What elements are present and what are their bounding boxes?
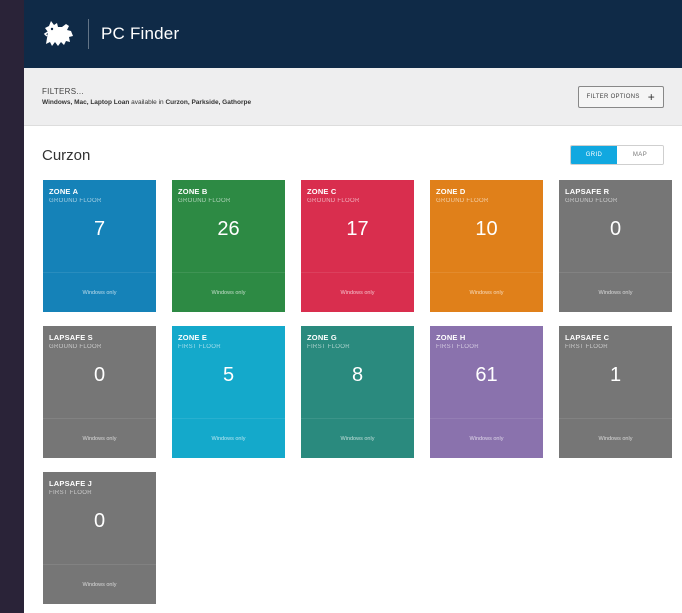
zone-tile[interactable]: LAPSAFE R GROUND FLOOR 0 Windows only: [559, 180, 672, 312]
zone-name: LAPSAFE S: [49, 333, 93, 342]
zone-name: ZONE D: [436, 187, 466, 196]
zone-tile[interactable]: ZONE H FIRST FLOOR 61 Windows only: [430, 326, 543, 458]
app-header: PC Finder: [24, 0, 682, 68]
zone-note: Windows only: [559, 418, 672, 458]
location-bar: Curzon GRID MAP: [24, 126, 682, 170]
available-count: 61: [475, 364, 498, 386]
zone-name: ZONE A: [49, 187, 79, 196]
view-toggle: GRID MAP: [570, 145, 664, 165]
zone-tile[interactable]: ZONE B GROUND FLOOR 26 Windows only: [172, 180, 285, 312]
zone-floor: GROUND FLOOR: [49, 344, 102, 350]
available-count: 17: [346, 218, 369, 240]
zone-note: Windows only: [559, 272, 672, 312]
zone-floor: FIRST FLOOR: [307, 344, 350, 350]
zone-floor: FIRST FLOOR: [436, 344, 479, 350]
grid-view-button[interactable]: GRID: [571, 146, 617, 164]
plus-icon: +: [647, 89, 655, 104]
zone-note: Windows only: [430, 272, 543, 312]
header-divider: [88, 19, 89, 49]
zone-floor: GROUND FLOOR: [49, 198, 102, 204]
zone-floor: GROUND FLOOR: [307, 198, 360, 204]
app-window: PC Finder FILTERS... Windows, Mac, Lapto…: [24, 0, 682, 613]
available-count: 0: [609, 218, 622, 240]
zone-tile[interactable]: LAPSAFE C FIRST FLOOR 1 Windows only: [559, 326, 672, 458]
filters-summary: Windows, Mac, Laptop Loan available in C…: [42, 99, 251, 106]
zone-name: ZONE H: [436, 333, 466, 342]
filters-text: FILTERS... Windows, Mac, Laptop Loan ava…: [42, 87, 251, 106]
zone-note: Windows only: [172, 418, 285, 458]
zone-note: Windows only: [301, 418, 414, 458]
zone-floor: GROUND FLOOR: [178, 198, 231, 204]
zone-tile[interactable]: ZONE E FIRST FLOOR 5 Windows only: [172, 326, 285, 458]
zone-note: Windows only: [430, 418, 543, 458]
available-count: 10: [475, 218, 498, 240]
filter-options-button[interactable]: FILTER OPTIONS +: [577, 85, 664, 108]
zone-note: Windows only: [43, 418, 156, 458]
zone-grid: ZONE A GROUND FLOOR 7 Windows only ZONE B GRO…: [24, 170, 682, 604]
zone-tile[interactable]: LAPSAFE J FIRST FLOOR 0 Windows only: [43, 472, 156, 604]
filter-options-label: FILTER OPTIONS: [586, 93, 640, 100]
zone-floor: GROUND FLOOR: [565, 198, 618, 204]
zone-tile[interactable]: LAPSAFE S GROUND FLOOR 0 Windows only: [43, 326, 156, 458]
zone-name: ZONE E: [178, 333, 208, 342]
available-count: 26: [217, 218, 240, 240]
location-title: Curzon: [42, 146, 91, 164]
available-count: 1: [609, 364, 622, 386]
available-count: 0: [93, 510, 106, 532]
zone-name: ZONE G: [307, 333, 337, 342]
app-title: PC Finder: [101, 24, 180, 43]
zone-name: ZONE C: [307, 187, 337, 196]
map-view-button[interactable]: MAP: [617, 146, 663, 164]
filters-title: FILTERS...: [42, 87, 84, 96]
filters-summary-connector: available in: [129, 99, 166, 106]
zone-floor: FIRST FLOOR: [178, 344, 221, 350]
zone-floor: GROUND FLOOR: [436, 198, 489, 204]
available-count: 7: [93, 218, 106, 240]
lion-crest-icon[interactable]: [40, 16, 78, 52]
zone-note: Windows only: [301, 272, 414, 312]
zone-name: ZONE B: [178, 187, 208, 196]
zone-floor: FIRST FLOOR: [565, 344, 608, 350]
zone-note: Windows only: [172, 272, 285, 312]
available-count: 5: [222, 364, 235, 386]
zone-tile[interactable]: ZONE D GROUND FLOOR 10 Windows only: [430, 180, 543, 312]
zone-name: LAPSAFE C: [565, 333, 610, 342]
zone-floor: FIRST FLOOR: [49, 490, 92, 496]
zone-note: Windows only: [43, 272, 156, 312]
available-count: 8: [351, 364, 364, 386]
zone-tile[interactable]: ZONE C GROUND FLOOR 17 Windows only: [301, 180, 414, 312]
zone-name: LAPSAFE R: [565, 187, 610, 196]
available-count: 0: [93, 364, 106, 386]
zone-note: Windows only: [43, 564, 156, 604]
zone-tile[interactable]: ZONE A GROUND FLOOR 7 Windows only: [43, 180, 156, 312]
zone-name: LAPSAFE J: [49, 479, 93, 488]
zone-tile[interactable]: ZONE G FIRST FLOOR 8 Windows only: [301, 326, 414, 458]
filters-bar: FILTERS... Windows, Mac, Laptop Loan ava…: [24, 68, 682, 126]
filters-summary-locations: Curzon, Parkside, Gathorpe: [165, 99, 252, 106]
filters-summary-types: Windows, Mac, Laptop Loan: [42, 99, 130, 106]
